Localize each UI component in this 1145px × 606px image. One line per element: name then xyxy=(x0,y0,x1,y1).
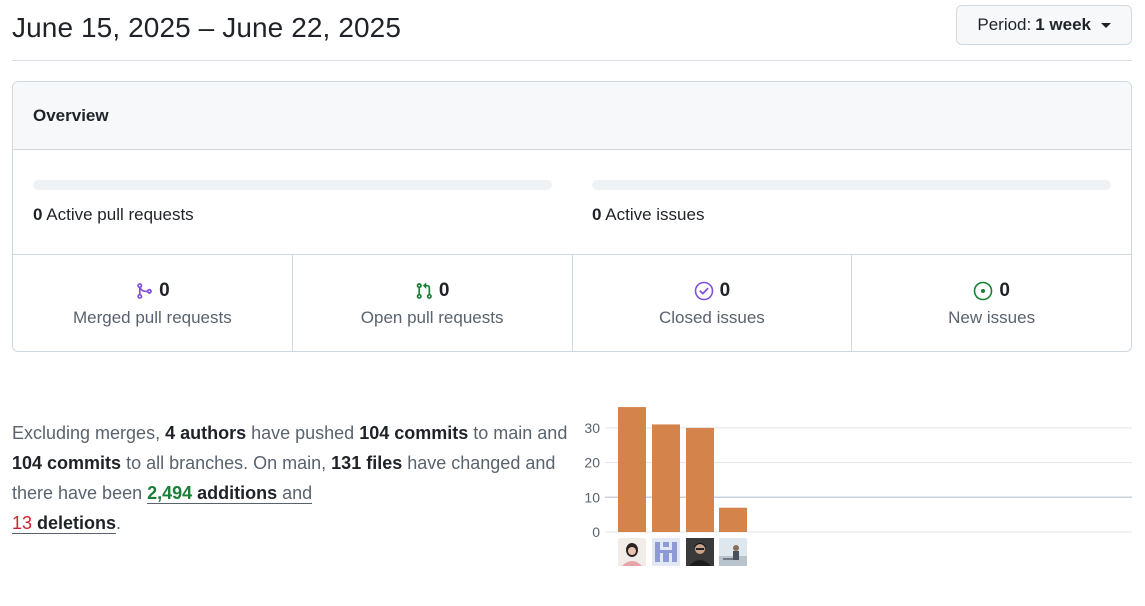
summary-period: . xyxy=(116,513,122,533)
new-issues-count: 0 xyxy=(999,280,1010,301)
closed-issues-count: 0 xyxy=(719,280,731,301)
chart-bar[interactable] xyxy=(652,424,680,532)
open-prs-count: 0 xyxy=(438,280,450,301)
chart-bar[interactable] xyxy=(618,407,646,532)
stat-closed-issues[interactable]: 0 Closed issues xyxy=(573,255,853,351)
y-tick-label: 20 xyxy=(584,455,600,471)
active-issues-count: 0 xyxy=(592,205,602,224)
authors-count: 4 authors xyxy=(165,423,247,443)
avatar[interactable] xyxy=(686,538,714,566)
overview-title: Overview xyxy=(13,82,1131,150)
y-tick-label: 30 xyxy=(584,420,600,436)
stat-merged-prs[interactable]: 0 Merged pull requests xyxy=(13,255,293,351)
active-issues-bar xyxy=(592,180,1111,190)
git-pull-request-icon xyxy=(415,282,433,300)
period-value: 1 week xyxy=(1035,15,1091,34)
merged-prs-count: 0 xyxy=(159,280,170,301)
active-issues: 0 Active issues xyxy=(592,180,1111,225)
active-prs: 0 Active pull requests xyxy=(33,180,552,225)
new-issues-label: New issues xyxy=(948,308,1036,327)
stat-new-issues[interactable]: 0 New issues xyxy=(852,255,1131,351)
summary-text: to main and xyxy=(468,423,568,443)
additions-count: 2,494 xyxy=(147,483,193,503)
period-label: Period: xyxy=(977,15,1032,34)
summary-text: have pushed xyxy=(246,423,360,443)
closed-issues-label: Closed issues xyxy=(658,308,765,327)
avatar[interactable] xyxy=(618,538,646,566)
commits-main: 104 commits xyxy=(359,423,469,443)
stats-row: 0 Merged pull requests 0 Open pull reque… xyxy=(13,255,1131,351)
period-select-button[interactable]: Period: 1 week xyxy=(956,5,1132,45)
additions-link[interactable]: 2,494 additions and xyxy=(147,483,313,504)
summary-text: to all branches. On main, xyxy=(121,453,332,473)
avatar[interactable] xyxy=(719,538,747,566)
header: June 15, 2025 – June 22, 2025 Period: 1 … xyxy=(12,0,1132,61)
y-tick-label: 10 xyxy=(584,489,600,505)
deletions-count: 13 xyxy=(12,513,33,533)
page-title: June 15, 2025 – June 22, 2025 xyxy=(12,12,402,43)
y-tick-label: 0 xyxy=(592,524,600,540)
avatar[interactable] xyxy=(652,538,680,566)
active-prs-bar xyxy=(33,180,552,190)
active-prs-label[interactable]: Active pull requests xyxy=(46,205,193,224)
commits-all: 104 commits xyxy=(12,453,122,473)
files-changed: 131 files xyxy=(331,453,403,473)
deletions-link[interactable]: 13 deletions xyxy=(12,513,117,534)
stat-open-prs[interactable]: 0 Open pull requests xyxy=(293,255,573,351)
additions-and: and xyxy=(277,483,313,503)
chart-bar[interactable] xyxy=(686,427,714,532)
deletions-word: deletions xyxy=(32,513,117,533)
commits-chart-svg: 0 10 20 30 xyxy=(584,407,1132,540)
commit-summary: Excluding merges, 4 authors have pushed … xyxy=(12,418,572,538)
merged-prs-label: Merged pull requests xyxy=(72,308,232,327)
chart-bar[interactable] xyxy=(719,507,747,532)
open-prs-label: Open pull requests xyxy=(360,308,504,327)
overview-panel: Overview 0 Active pull requests 0 Active… xyxy=(12,81,1132,352)
active-issues-label[interactable]: Active issues xyxy=(605,205,704,224)
active-row: 0 Active pull requests 0 Active issues xyxy=(13,150,1131,255)
issue-closed-icon xyxy=(694,281,714,301)
additions-word: additions xyxy=(192,483,278,503)
git-merge-icon xyxy=(135,282,153,300)
summary-text: Excluding merges, xyxy=(12,423,166,443)
caret-down-icon xyxy=(1101,22,1111,28)
active-prs-count: 0 xyxy=(33,205,43,224)
issue-opened-icon xyxy=(973,281,993,301)
